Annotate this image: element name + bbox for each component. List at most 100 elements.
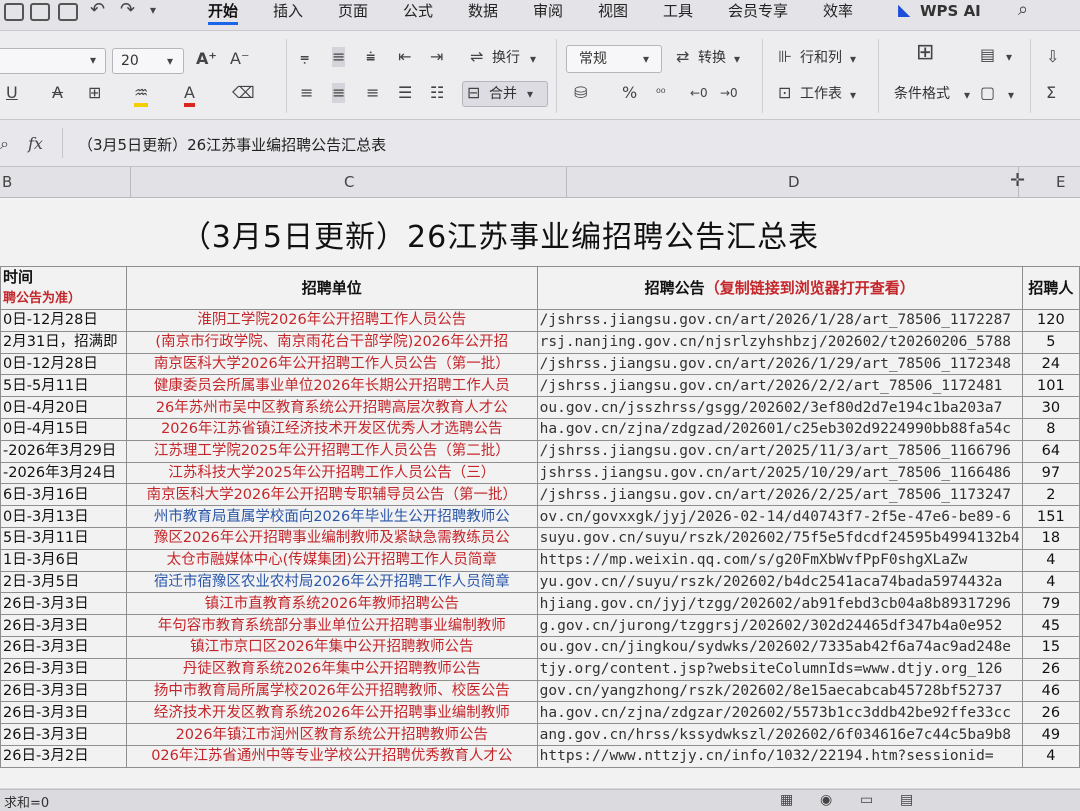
unit-cell[interactable]: 年句容市教育系统部分事业单位公开招聘事业编制教师 [125,614,538,637]
wps-ai-button[interactable]: WPS AI [920,0,981,22]
wrap-text-button[interactable]: 换行 [492,49,520,67]
column-d-header[interactable]: D [788,173,800,191]
sum-icon[interactable]: Σ [1046,83,1056,103]
font-color-icon[interactable]: A [184,83,195,107]
unit-header-cell[interactable]: 招聘单位 [125,266,538,310]
count-cell[interactable]: 26 [1021,657,1080,681]
time-cell[interactable]: 26日-3月3日 [0,635,127,659]
link-cell[interactable]: g.gov.cn/jurong/tzggrsj/202602/302d24465… [536,614,1023,637]
underline-icon[interactable]: U [6,83,18,103]
time-cell[interactable]: 26日-3月3日 [0,701,127,725]
tab-page[interactable]: 页面 [338,0,368,22]
count-cell[interactable]: 18 [1021,526,1080,550]
border-icon[interactable]: ⊞ [88,83,101,103]
comma-style-icon[interactable]: ⁰⁰ [656,83,666,103]
time-cell[interactable]: 26日-3月3日 [0,679,127,703]
search-icon[interactable]: ⌕ [1018,0,1028,20]
align-bottom-icon[interactable]: ⩧ [366,47,375,67]
tab-view[interactable]: 视图 [598,0,628,22]
count-cell[interactable]: 4 [1021,548,1080,572]
convert-button[interactable]: 转换 [698,49,726,67]
count-cell[interactable]: 5 [1021,330,1080,354]
eye-protect-icon[interactable]: ◉ [820,790,832,810]
link-cell[interactable]: https://www.nttzjy.cn/info/1032/22194.ht… [536,744,1023,768]
link-cell[interactable]: ha.gov.cn/zjna/zdgzad/202601/c25eb302d92… [536,417,1023,441]
time-cell[interactable]: 0日-12月28日 [0,352,127,376]
time-cell[interactable]: 2日-3月5日 [0,570,127,594]
increase-font-icon[interactable]: A⁺ [196,49,217,69]
count-cell[interactable]: 97 [1021,461,1080,485]
unit-cell[interactable]: 豫区2026年公开招聘事业编制教师及紧缺急需教练员公 [125,526,538,550]
distribute-icon[interactable]: ☷ [430,83,444,103]
table-style-icon[interactable]: ⊞ [916,42,934,64]
count-cell[interactable]: 151 [1021,505,1080,528]
link-cell[interactable]: /jshrss.jiangsu.gov.cn/art/2026/2/2/art_… [536,374,1023,398]
unit-cell[interactable]: 淮阴工学院2026年公开招聘工作人员公告 [125,309,538,332]
count-cell[interactable]: 79 [1021,592,1080,616]
count-cell[interactable]: 2 [1021,483,1080,507]
strikethrough-icon[interactable]: A [52,83,63,103]
link-cell[interactable]: suyu.gov.cn/suyu/rszk/202602/75f5e5fdcdf… [536,526,1023,550]
zoom-icon[interactable]: ⌕ [0,134,9,154]
currency-icon[interactable]: ⛁ [574,83,587,103]
column-e-header[interactable]: E [1056,173,1065,191]
link-cell[interactable]: tjy.org/content.jsp?websiteColumnIds=www… [536,657,1023,681]
unit-cell[interactable]: 健康委员会所属事业单位2026年长期公开招聘工作人员 [125,374,538,398]
link-cell[interactable]: ou.gov.cn/jsszhrss/gsgg/202602/3ef80d2d7… [536,396,1023,419]
link-cell[interactable]: jshrss.jiangsu.gov.cn/art/2025/10/29/art… [536,461,1023,485]
unit-cell[interactable]: 丹徒区教育系统2026年集中公开招聘教师公告 [125,657,538,681]
link-cell[interactable]: ha.gov.cn/zjna/zdgzar/202602/5573b1cc3dd… [536,701,1023,725]
unit-cell[interactable]: 经济技术开发区教育系统2026年公开招聘事业编制教师 [125,701,538,725]
formula-input[interactable]: （3月5日更新）26江苏事业编招聘公告汇总表 [78,134,386,155]
link-cell[interactable]: rsj.nanjing.gov.cn/njsrlzyhshbzj/202602/… [536,330,1023,354]
unit-cell[interactable]: 2026年镇江市润州区教育系统公开招聘教师公告 [125,723,538,746]
tab-review[interactable]: 审阅 [533,0,563,22]
count-cell[interactable]: 24 [1021,352,1080,376]
decrease-decimal-icon[interactable]: →0 [720,83,738,103]
fill-color-icon[interactable]: ♒ [134,83,149,107]
decrease-font-icon[interactable]: A⁻ [230,49,249,69]
time-cell[interactable]: 26日-3月3日 [0,614,127,637]
link-cell[interactable]: /jshrss.jiangsu.gov.cn/art/2026/1/28/art… [536,309,1023,332]
time-cell[interactable]: 26日-3月2日 [0,744,127,768]
unit-cell[interactable]: (南京市行政学院、南京雨花台干部学院)2026年公开招 [125,330,538,354]
count-cell[interactable]: 49 [1021,723,1080,746]
rows-cols-button[interactable]: 行和列 [800,49,842,67]
fx-icon[interactable]: fx [28,134,43,154]
align-center-icon[interactable]: ≡ [332,83,346,103]
time-cell[interactable]: 26日-3月3日 [0,592,127,616]
chevron-down-icon[interactable]: ▾ [850,49,856,69]
time-cell[interactable]: -2026年3月24日 [0,461,127,485]
tab-insert[interactable]: 插入 [273,0,303,22]
unit-cell[interactable]: 南京医科大学2026年公开招聘专职辅导员公告（第一批） [125,483,538,507]
tab-data[interactable]: 数据 [468,0,498,22]
increase-decimal-icon[interactable]: ←0 [690,83,708,103]
link-cell[interactable]: hjiang.gov.cn/jyj/tzgg/202602/ab91febd3c… [536,592,1023,616]
font-size-select[interactable]: 20 ▾ [112,48,184,74]
unit-cell[interactable]: 太仓市融媒体中心(传媒集团)公开招聘工作人员简章 [125,548,538,572]
column-b-header[interactable]: B [2,173,12,191]
link-cell[interactable]: yu.gov.cn//suyu/rszk/202602/b4dc2541aca7… [536,570,1023,594]
column-c-header[interactable]: C [344,173,354,191]
unit-cell[interactable]: 镇江市京口区2026年集中公开招聘教师公告 [125,635,538,659]
count-cell[interactable]: 4 [1021,744,1080,768]
count-cell[interactable]: 46 [1021,679,1080,703]
indent-decrease-icon[interactable]: ⇤ [398,47,411,67]
time-cell[interactable]: 5日-3月11日 [0,526,127,550]
tab-home[interactable]: 开始 [208,0,239,25]
notice-header-cell[interactable]: 招聘公告（复制链接到浏览器打开查看） [536,266,1023,310]
unit-cell[interactable]: 江苏科技大学2025年公开招聘工作人员公告（三） [125,461,538,485]
chevron-down-icon[interactable]: ▾ [150,0,156,20]
justify-icon[interactable]: ☰ [398,83,412,103]
time-cell[interactable]: 0日-12月28日 [0,309,127,332]
chevron-down-icon[interactable]: ▾ [530,49,536,69]
link-cell[interactable]: /jshrss.jiangsu.gov.cn/art/2026/1/29/art… [536,352,1023,376]
unit-cell[interactable]: 镇江市直教育系统2026年教师招聘公告 [125,592,538,616]
print-icon[interactable] [30,3,50,21]
sheet-title[interactable]: （3月5日更新）26江苏事业编招聘公告汇总表 [0,212,1000,256]
time-cell[interactable]: 0日-4月20日 [0,396,127,419]
align-right-icon[interactable]: ≡ [366,83,379,103]
chevron-down-icon[interactable]: ▾ [1006,47,1012,67]
percent-icon[interactable]: % [622,83,637,103]
chevron-down-icon[interactable]: ▾ [850,85,856,105]
